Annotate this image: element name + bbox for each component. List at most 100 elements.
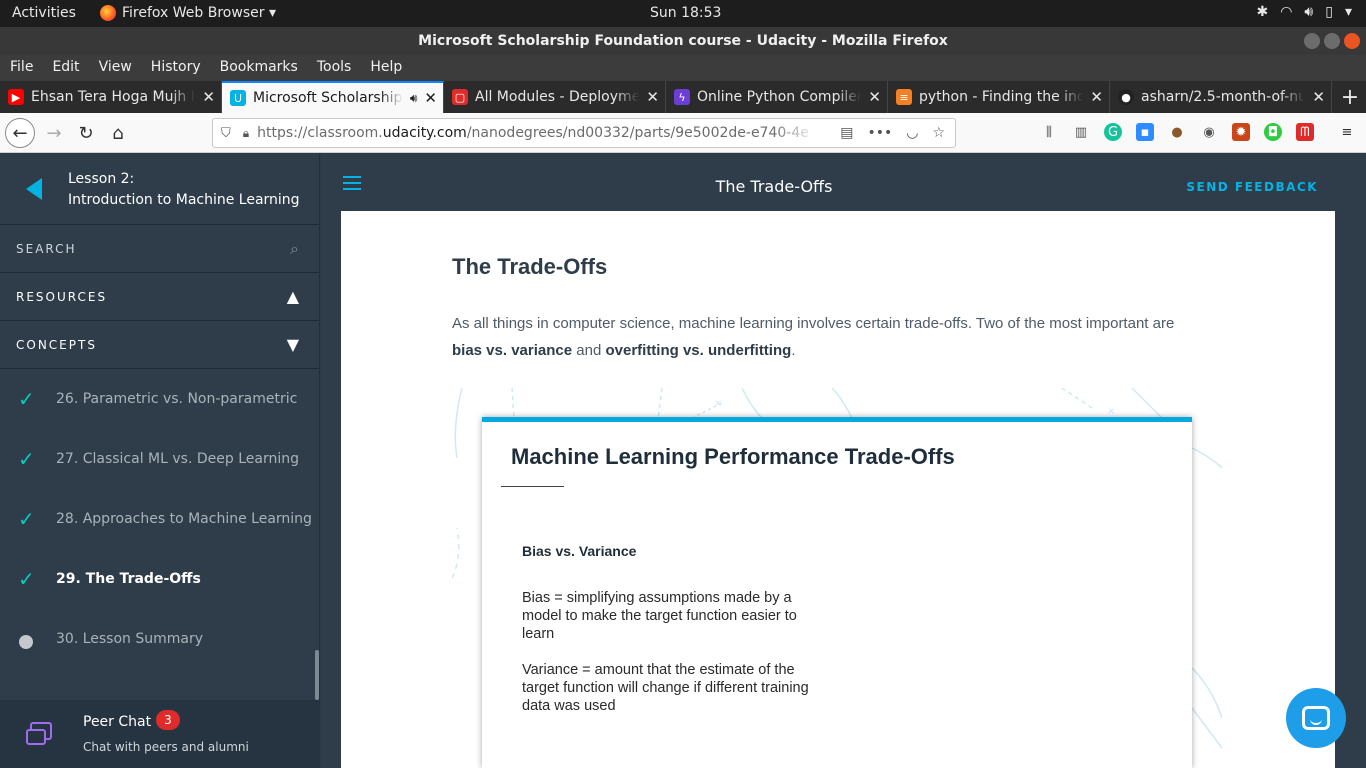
concept-label: 29. The Trade-Offs bbox=[56, 571, 201, 587]
battery-icon[interactable]: ▯ bbox=[1325, 4, 1333, 20]
zoom-icon[interactable]: ▪ bbox=[1136, 123, 1154, 141]
lesson-header[interactable]: Lesson 2: Introduction to Machine Learni… bbox=[0, 154, 319, 225]
menu-bookmarks[interactable]: Bookmarks bbox=[210, 55, 307, 81]
close-tab-icon[interactable]: ✕ bbox=[868, 88, 881, 106]
account-icon[interactable]: ◉ bbox=[1200, 123, 1218, 141]
tab-all-modules[interactable]: ▢ All Modules - Deployment ✕ bbox=[444, 81, 666, 113]
concept-item-30[interactable]: 30. Lesson Summary bbox=[0, 609, 320, 669]
slide-title: Machine Learning Performance Trade-Offs bbox=[511, 444, 955, 469]
svg-text:×: × bbox=[714, 398, 722, 409]
support-chat-button[interactable] bbox=[1286, 688, 1346, 748]
menu-bar: File Edit View History Bookmarks Tools H… bbox=[0, 55, 1366, 81]
close-tab-icon[interactable]: ✕ bbox=[202, 88, 215, 106]
tab-python-compiler[interactable]: ϟ Online Python Compiler ✕ bbox=[666, 81, 888, 113]
lock-icon[interactable]: 🔒︎ bbox=[243, 126, 249, 141]
navigation-bar: ← → ↻ ⌂ ⛉ 🔒︎ https://classroom.udacity.c… bbox=[0, 113, 1366, 153]
audio-playing-icon[interactable]: 🔊︎ bbox=[410, 91, 418, 106]
activities-button[interactable]: Activities bbox=[12, 5, 76, 21]
extension-red-icon[interactable]: ᗰ bbox=[1296, 123, 1314, 141]
back-arrow-icon[interactable] bbox=[26, 178, 42, 200]
slide-subtitle: Bias vs. Variance bbox=[522, 543, 637, 559]
close-tab-icon[interactable]: ✕ bbox=[646, 88, 659, 106]
tab-github[interactable]: ● asharn/2.5-month-of-nu ✕ bbox=[1110, 81, 1332, 113]
tab-strip: ▶ Ehsan Tera Hoga Mujh Pe ✕ U Microsoft … bbox=[0, 81, 1366, 113]
search-label: SEARCH bbox=[16, 242, 77, 256]
library-icon[interactable]: ⫼ bbox=[1040, 123, 1058, 141]
title-underline bbox=[501, 486, 564, 487]
menu-help[interactable]: Help bbox=[360, 55, 411, 81]
peer-chat-title: Peer Chat bbox=[83, 714, 152, 730]
tab-udacity-scholarship[interactable]: U Microsoft Scholarship 🔊︎ ✕ bbox=[222, 81, 444, 113]
concept-item-27[interactable]: ✓ 27. Classical ML vs. Deep Learning bbox=[0, 429, 320, 489]
bias-definition: Bias = simplifying assumptions made by a… bbox=[522, 590, 797, 642]
close-tab-icon[interactable]: ✕ bbox=[424, 89, 437, 107]
concept-item-29[interactable]: ✓ 29. The Trade-Offs bbox=[0, 549, 320, 609]
cookie-icon[interactable]: ● bbox=[1168, 123, 1186, 141]
concepts-section[interactable]: CONCEPTS ▼ bbox=[0, 321, 319, 369]
new-tab-button[interactable]: + bbox=[1334, 81, 1366, 113]
page-scrollbar[interactable] bbox=[1354, 211, 1366, 768]
close-tab-icon[interactable]: ✕ bbox=[1090, 88, 1103, 106]
stackoverflow-icon: ≡ bbox=[896, 89, 912, 105]
grammarly-icon[interactable]: G bbox=[1104, 123, 1122, 141]
chevron-down-icon[interactable]: ▾ bbox=[1345, 4, 1352, 20]
back-button[interactable]: ← bbox=[5, 118, 35, 148]
reload-button[interactable]: ↻ bbox=[72, 119, 100, 147]
check-icon: ✓ bbox=[18, 567, 35, 591]
system-top-bar: Activities Firefox Web Browser ▾ Sun 18:… bbox=[0, 0, 1366, 27]
caret-up-icon[interactable]: ▲ bbox=[287, 287, 301, 306]
bookmark-star-icon[interactable]: ☆ bbox=[932, 125, 945, 141]
hamburger-menu-icon[interactable]: ≡ bbox=[1338, 123, 1356, 141]
tab-stackoverflow[interactable]: ≡ python - Finding the index ✕ bbox=[888, 81, 1110, 113]
resources-section[interactable]: RESOURCES ▲ bbox=[0, 273, 319, 321]
tracking-shield-icon[interactable]: ⛉ bbox=[221, 126, 231, 141]
menu-file[interactable]: File bbox=[0, 55, 42, 81]
system-tray[interactable]: ✱ ◠ 🔊︎ ▯ ▾ bbox=[1256, 4, 1352, 20]
wifi-icon[interactable]: ◠ bbox=[1280, 4, 1292, 20]
lesson-sidebar: Lesson 2: Introduction to Machine Learni… bbox=[0, 154, 320, 768]
url-text[interactable]: https://classroom.udacity.com/nanodegree… bbox=[257, 125, 817, 141]
tab-youtube[interactable]: ▶ Ehsan Tera Hoga Mujh Pe ✕ bbox=[0, 81, 222, 113]
sidebar-scrollbar[interactable] bbox=[315, 650, 319, 700]
concepts-list: ✓ 26. Parametric vs. Non-parametric ✓ 27… bbox=[0, 369, 320, 699]
pocket-icon[interactable]: ◡ bbox=[906, 125, 918, 141]
url-actions: ▤ ••• ◡ ☆ bbox=[840, 125, 945, 141]
menu-view[interactable]: View bbox=[89, 55, 141, 81]
minimize-button[interactable] bbox=[1304, 33, 1320, 49]
close-tab-icon[interactable]: ✕ bbox=[1312, 88, 1325, 106]
forward-button[interactable]: → bbox=[40, 119, 68, 147]
page-heading: The Trade-Offs bbox=[452, 254, 608, 279]
maximize-button[interactable] bbox=[1324, 33, 1340, 49]
clock[interactable]: Sun 18:53 bbox=[650, 5, 721, 21]
volume-icon[interactable]: 🔊︎ bbox=[1304, 4, 1313, 20]
send-feedback-link[interactable]: SEND FEEDBACK bbox=[1186, 180, 1318, 194]
intro-paragraph: As all things in computer science, machi… bbox=[452, 315, 1175, 359]
check-icon: ✓ bbox=[18, 507, 35, 531]
home-button[interactable]: ⌂ bbox=[104, 119, 132, 147]
page-actions-icon[interactable]: ••• bbox=[867, 125, 892, 141]
extension-green-icon[interactable]: ◘ bbox=[1264, 123, 1282, 141]
window-controls bbox=[1304, 33, 1360, 49]
menu-history[interactable]: History bbox=[141, 55, 210, 81]
tab-label: python - Finding the index bbox=[919, 89, 1083, 105]
address-bar[interactable]: ⛉ 🔒︎ https://classroom.udacity.com/nanod… bbox=[212, 118, 956, 148]
tab-label: All Modules - Deployment bbox=[475, 89, 640, 105]
settings-gear-icon[interactable]: ✱ bbox=[1256, 4, 1268, 20]
sidebar-icon[interactable]: ▥ bbox=[1072, 123, 1090, 141]
incomplete-dot-icon bbox=[19, 635, 33, 649]
search-icon[interactable]: ⌕ bbox=[290, 239, 301, 259]
github-icon: ● bbox=[1118, 89, 1134, 105]
extension-orange-icon[interactable]: ✹ bbox=[1232, 123, 1250, 141]
concept-item-26[interactable]: ✓ 26. Parametric vs. Non-parametric bbox=[0, 369, 320, 429]
close-window-button[interactable] bbox=[1344, 33, 1360, 49]
reader-view-icon[interactable]: ▤ bbox=[840, 125, 853, 141]
concept-item-28[interactable]: ✓ 28. Approaches to Machine Learning bbox=[0, 489, 320, 549]
peer-chat[interactable]: Peer Chat 3 Chat with peers and alumni bbox=[0, 700, 320, 768]
menu-edit[interactable]: Edit bbox=[42, 55, 88, 81]
app-menu[interactable]: Firefox Web Browser ▾ bbox=[100, 5, 276, 21]
caret-down-icon[interactable]: ▼ bbox=[287, 335, 301, 354]
search-section[interactable]: SEARCH ⌕ bbox=[0, 225, 319, 273]
bolt-icon: ϟ bbox=[674, 89, 690, 105]
concept-label: 28. Approaches to Machine Learning bbox=[56, 511, 312, 527]
menu-tools[interactable]: Tools bbox=[307, 55, 361, 81]
